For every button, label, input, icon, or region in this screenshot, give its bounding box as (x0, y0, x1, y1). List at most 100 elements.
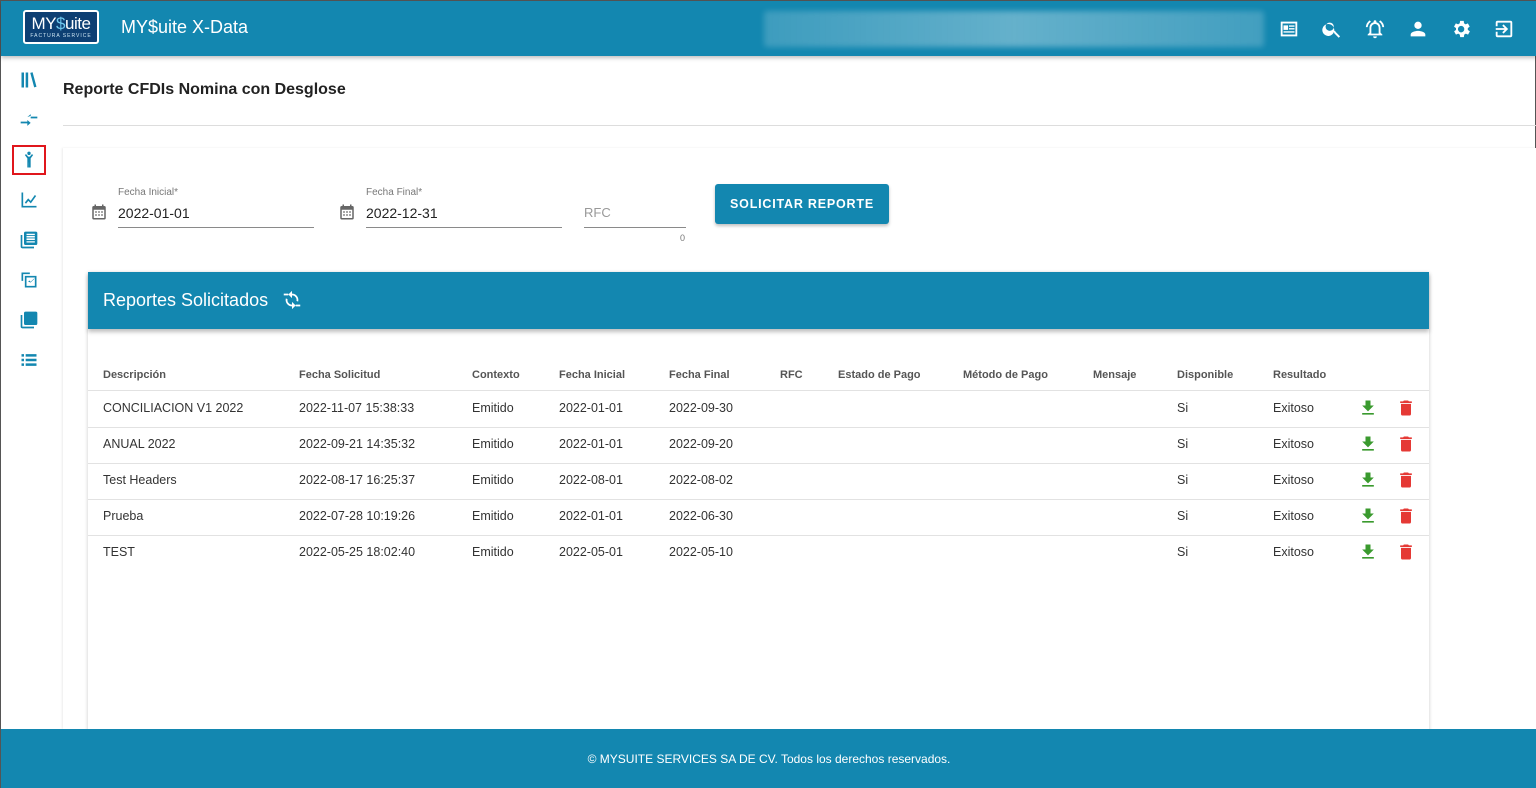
header-divider (88, 390, 1429, 391)
logout-icon[interactable] (1482, 9, 1525, 49)
fecha-inicial-label: Fecha Inicial* (118, 187, 179, 198)
page-title: Reporte CFDIs Nomina con Desglose (63, 81, 346, 98)
col-rfc: RFC (780, 369, 803, 381)
cell-disponible: Si (1177, 473, 1189, 487)
cell-disponible: Si (1177, 545, 1189, 559)
refresh-icon[interactable] (281, 289, 303, 311)
cell-fecha-solicitud: 2022-05-25 18:02:40 (299, 545, 416, 559)
calendar-icon[interactable] (338, 203, 356, 221)
cell-disponible: Si (1177, 509, 1189, 523)
top-toolbar (1267, 1, 1525, 56)
col-contexto: Contexto (472, 369, 520, 381)
cell-fecha-final: 2022-09-20 (669, 437, 733, 451)
cell-resultado: Exitoso (1273, 437, 1314, 451)
app-logo[interactable]: MY$uite FACTURA SERVICE (23, 10, 99, 44)
cell-resultado: Exitoso (1273, 509, 1314, 523)
cell-fecha-inicial: 2022-01-01 (559, 509, 623, 523)
footer: © MYSUITE SERVICES SA DE CV. Todos los d… (1, 729, 1536, 788)
cell-fecha-solicitud: 2022-07-28 10:19:26 (299, 509, 416, 523)
col-mensaje: Mensaje (1093, 369, 1137, 381)
cell-descripcion: Prueba (103, 509, 144, 523)
row-divider (88, 535, 1429, 536)
cell-fecha-inicial: 2022-01-01 (559, 401, 623, 415)
cell-disponible: Si (1177, 401, 1189, 415)
cell-fecha-inicial: 2022-01-01 (559, 437, 623, 451)
news-icon[interactable] (1267, 9, 1310, 49)
cell-fecha-final: 2022-09-30 (669, 401, 733, 415)
title-divider (63, 125, 1536, 126)
cell-contexto: Emitido (472, 545, 514, 559)
top-bar: MY$uite FACTURA SERVICE MY$uite X-Data (1, 1, 1536, 56)
solicitar-reporte-button[interactable]: SOLICITAR REPORTE (715, 184, 889, 224)
rfc-char-counter: 0 (680, 233, 686, 243)
cell-fecha-inicial: 2022-08-01 (559, 473, 623, 487)
alarm-icon[interactable] (1353, 9, 1396, 49)
calendar-icon[interactable] (90, 203, 108, 221)
fecha-inicial-underline (118, 227, 314, 228)
person-icon[interactable] (12, 145, 46, 175)
col-fecha-solicitud: Fecha Solicitud (299, 369, 381, 381)
left-sidebar (1, 56, 55, 729)
logo-text: MY$uite (31, 14, 91, 33)
delete-icon[interactable] (1396, 506, 1416, 526)
cell-contexto: Emitido (472, 509, 514, 523)
delete-icon[interactable] (1396, 470, 1416, 490)
reports-header: Reportes Solicitados (88, 272, 1429, 329)
cell-resultado: Exitoso (1273, 401, 1314, 415)
cell-disponible: Si (1177, 437, 1189, 451)
cell-resultado: Exitoso (1273, 545, 1314, 559)
col-fecha-final: Fecha Final (669, 369, 730, 381)
download-icon[interactable] (1358, 542, 1378, 562)
footer-text: © MYSUITE SERVICES SA DE CV. Todos los d… (587, 752, 951, 766)
fecha-final-label: Fecha Final* (366, 187, 423, 198)
cell-contexto: Emitido (472, 473, 514, 487)
search-icon[interactable] (1310, 9, 1353, 49)
delete-icon[interactable] (1396, 434, 1416, 454)
cell-contexto: Emitido (472, 401, 514, 415)
col-disponible: Disponible (1177, 369, 1234, 381)
row-divider (88, 463, 1429, 464)
cell-descripcion: TEST (103, 545, 135, 559)
list-icon[interactable] (12, 345, 46, 375)
row-divider (88, 499, 1429, 500)
reports-title: Reportes Solicitados (103, 290, 269, 310)
copy-icon[interactable] (12, 305, 46, 335)
col-fecha-inicial: Fecha Inicial (559, 369, 626, 381)
app-title: MY$uite X-Data (121, 17, 249, 37)
col-metodo-pago: Método de Pago (963, 369, 1048, 381)
row-divider (88, 427, 1429, 428)
col-descripcion: Descripción (103, 369, 166, 381)
rfc-input[interactable]: RFC (584, 205, 611, 220)
user-icon[interactable] (1396, 9, 1439, 49)
compare-icon[interactable] (12, 265, 46, 295)
gear-icon[interactable] (1439, 9, 1482, 49)
fecha-inicial-input[interactable]: 2022-01-01 (118, 205, 190, 221)
delete-icon[interactable] (1396, 542, 1416, 562)
fecha-final-underline (366, 227, 562, 228)
cell-fecha-inicial: 2022-05-01 (559, 545, 623, 559)
cell-resultado: Exitoso (1273, 473, 1314, 487)
download-icon[interactable] (1358, 470, 1378, 490)
cell-fecha-final: 2022-08-02 (669, 473, 733, 487)
delete-icon[interactable] (1396, 398, 1416, 418)
cell-fecha-solicitud: 2022-11-07 15:38:33 (299, 401, 415, 415)
download-icon[interactable] (1358, 434, 1378, 454)
blurred-account-info (764, 11, 1264, 47)
col-resultado: Resultado (1273, 369, 1327, 381)
chart-icon[interactable] (12, 185, 46, 215)
download-icon[interactable] (1358, 398, 1378, 418)
cell-fecha-solicitud: 2022-09-21 14:35:32 (299, 437, 416, 451)
transfer-icon[interactable] (12, 105, 46, 135)
document-list-icon[interactable] (12, 225, 46, 255)
library-icon[interactable] (12, 65, 46, 95)
col-estado-pago: Estado de Pago (838, 369, 921, 381)
cell-contexto: Emitido (472, 437, 514, 451)
cell-descripcion: Test Headers (103, 473, 177, 487)
cell-descripcion: CONCILIACION V1 2022 (103, 401, 244, 415)
rfc-underline (584, 227, 686, 228)
cell-fecha-final: 2022-05-10 (669, 545, 733, 559)
reports-card: Reportes Solicitados Descripción Fecha S… (88, 272, 1429, 732)
cell-descripcion: ANUAL 2022 (103, 437, 176, 451)
fecha-final-input[interactable]: 2022-12-31 (366, 205, 438, 221)
download-icon[interactable] (1358, 506, 1378, 526)
